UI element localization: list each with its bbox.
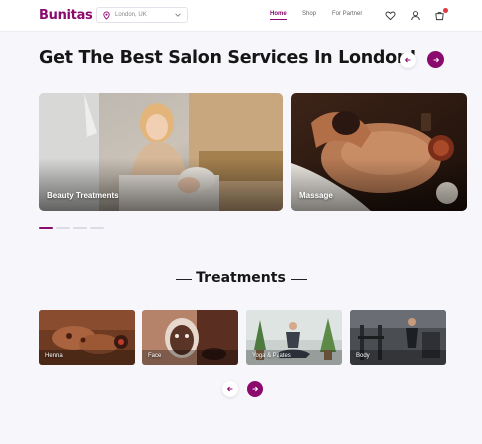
treatments-prev-button[interactable] xyxy=(222,381,238,397)
hero-next-button[interactable] xyxy=(427,51,444,68)
arrow-right-icon xyxy=(433,57,439,62)
arrow-left-icon xyxy=(404,57,411,63)
wishlist-button[interactable] xyxy=(385,10,396,21)
location-pin-icon xyxy=(103,10,110,20)
treatments-title: Treatments xyxy=(196,270,286,286)
arrow-left-icon xyxy=(226,386,233,392)
treatment-card-body[interactable]: Body xyxy=(350,310,446,365)
nav-shop[interactable]: Shop xyxy=(302,11,316,17)
bunitas-logo[interactable]: Bunitas xyxy=(39,8,93,23)
treatment-label: Yoga & Pilates xyxy=(252,353,291,359)
treatments-next-button[interactable] xyxy=(247,381,263,397)
pagination-dot[interactable] xyxy=(56,227,70,229)
pagination-dot[interactable] xyxy=(90,227,104,229)
banner-beauty-treatments[interactable]: Beauty Treatments xyxy=(39,93,283,211)
treatment-label: Body xyxy=(356,353,370,359)
treatment-label: Henna xyxy=(45,353,63,359)
location-selector[interactable]: London, UK xyxy=(96,7,188,23)
title-rule-right xyxy=(291,279,307,280)
treatment-label: Face xyxy=(148,353,162,359)
treatment-card-yoga-pilates[interactable]: Yoga & Pilates xyxy=(246,310,342,365)
chevron-down-icon xyxy=(175,13,181,17)
banner-massage[interactable]: Massage xyxy=(291,93,467,211)
carousel-pagination xyxy=(39,227,104,229)
banner-label: Massage xyxy=(299,191,333,200)
account-button[interactable] xyxy=(410,10,421,21)
location-text: London, UK xyxy=(115,12,147,18)
heart-icon xyxy=(385,11,396,21)
pagination-dot[interactable] xyxy=(39,227,53,229)
arrow-right-icon xyxy=(252,386,259,392)
treatment-card-henna[interactable]: Henna xyxy=(39,310,135,365)
hero-prev-button[interactable] xyxy=(400,52,416,68)
user-icon xyxy=(411,11,420,21)
treatment-card-face[interactable]: Face xyxy=(142,310,238,365)
cart-button[interactable] xyxy=(434,8,448,21)
nav-home[interactable]: Home xyxy=(270,11,287,20)
banner-label: Beauty Treatments xyxy=(47,191,119,200)
cart-badge xyxy=(443,8,448,13)
pagination-dot[interactable] xyxy=(73,227,87,229)
site-header: Bunitas London, UK Home Shop For Partner xyxy=(0,0,482,32)
hero-title: Get The Best Salon Services In London! xyxy=(39,48,417,68)
nav-for-partner[interactable]: For Partner xyxy=(332,11,362,17)
